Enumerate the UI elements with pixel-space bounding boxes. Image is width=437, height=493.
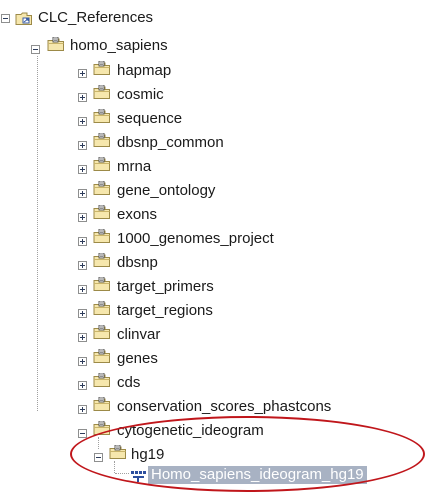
tree-node-label: homo_sapiens	[70, 37, 168, 54]
expand-plus-icon[interactable]	[78, 405, 87, 414]
expand-plus-icon[interactable]	[78, 333, 87, 342]
expand-plus-icon[interactable]	[78, 117, 87, 126]
expand-plus-icon[interactable]	[78, 237, 87, 246]
expand-plus-icon[interactable]	[78, 213, 87, 222]
tree-node-cds[interactable]: cds	[0, 373, 437, 393]
expand-plus-icon[interactable]	[78, 357, 87, 366]
tree-node-cosmic[interactable]: cosmic	[0, 85, 437, 105]
folder-icon	[93, 349, 111, 364]
expand-plus-icon[interactable]	[78, 165, 87, 174]
tree-node-conservation-scores-phastcons[interactable]: conservation_scores_phastcons	[0, 397, 437, 417]
folder-icon	[93, 157, 111, 172]
tree-node-label: target_regions	[117, 302, 213, 319]
tree-node-label: dbsnp	[117, 254, 158, 271]
collapse-minus-icon[interactable]	[78, 429, 87, 438]
folder-icon	[93, 373, 111, 388]
collapse-minus-icon[interactable]	[31, 45, 40, 54]
folder-icon	[93, 397, 111, 412]
expand-plus-icon[interactable]	[78, 261, 87, 270]
tree-node-clinvar[interactable]: clinvar	[0, 325, 437, 345]
tree-node-label: mrna	[117, 158, 152, 175]
folder-icon	[93, 277, 111, 292]
folder-icon	[93, 301, 111, 316]
folder-icon	[93, 85, 111, 100]
collapse-minus-icon[interactable]	[94, 453, 103, 462]
tree-node-dbsnp[interactable]: dbsnp	[0, 253, 437, 273]
tree-node-hg19[interactable]: hg19	[0, 445, 437, 465]
folder-icon	[93, 181, 111, 196]
tree-node-label: genes	[117, 350, 158, 367]
tree-node-dbsnp-common[interactable]: dbsnp_common	[0, 133, 437, 153]
folder-icon	[93, 133, 111, 148]
tree-node-cytogenetic-ideogram[interactable]: cytogenetic_ideogram	[0, 421, 437, 441]
tree-node-1000-genomes-project[interactable]: 1000_genomes_project	[0, 229, 437, 249]
navigation-tree: CLC_References homo_sapiens hapmap cosmi…	[0, 0, 437, 493]
tree-node-label: cytogenetic_ideogram	[117, 422, 264, 439]
tree-node-label: cosmic	[117, 86, 164, 103]
tree-node-label: 1000_genomes_project	[117, 230, 274, 247]
tree-node-hapmap[interactable]: hapmap	[0, 61, 437, 81]
tree-node-label: hapmap	[117, 62, 172, 79]
tree-node-label: clinvar	[117, 326, 161, 343]
expand-plus-icon[interactable]	[78, 93, 87, 102]
expand-plus-icon[interactable]	[78, 189, 87, 198]
folder-icon	[93, 253, 111, 268]
tree-node-homo-sapiens[interactable]: homo_sapiens	[0, 37, 437, 57]
folder-icon	[93, 205, 111, 220]
sequence-track-icon	[131, 471, 146, 482]
tree-node-label: conservation_scores_phastcons	[117, 398, 332, 415]
tree-node-label: exons	[117, 206, 158, 223]
tree-node-label: hg19	[131, 446, 165, 463]
expand-plus-icon[interactable]	[78, 285, 87, 294]
tree-node-mrna[interactable]: mrna	[0, 157, 437, 177]
folder-icon	[93, 325, 111, 340]
tree-node-exons[interactable]: exons	[0, 205, 437, 225]
expand-plus-icon[interactable]	[78, 69, 87, 78]
tree-node-label: cds	[117, 374, 141, 391]
expand-plus-icon[interactable]	[78, 141, 87, 150]
tree-root-label: CLC_References	[38, 9, 154, 26]
folder-icon	[47, 37, 65, 52]
tree-node-label: dbsnp_common	[117, 134, 224, 151]
root-folder-icon	[15, 12, 32, 25]
tree-node-target-primers[interactable]: target_primers	[0, 277, 437, 297]
selected-item-label: Homo_sapiens_ideogram_hg19	[148, 466, 367, 484]
tree-node-homo-sapiens-ideogram-hg19[interactable]: Homo_sapiens_ideogram_hg19	[0, 466, 437, 486]
folder-icon	[93, 229, 111, 244]
folder-icon	[93, 61, 111, 76]
tree-node-gene-ontology[interactable]: gene_ontology	[0, 181, 437, 201]
tree-node-label: target_primers	[117, 278, 214, 295]
tree-node-genes[interactable]: genes	[0, 349, 437, 369]
tree-node-label: sequence	[117, 110, 183, 127]
tree-node-sequence[interactable]: sequence	[0, 109, 437, 129]
folder-icon	[93, 421, 111, 436]
expand-plus-icon[interactable]	[78, 381, 87, 390]
folder-icon	[93, 109, 111, 124]
tree-node-target-regions[interactable]: target_regions	[0, 301, 437, 321]
tree-node-label: gene_ontology	[117, 182, 216, 199]
collapse-minus-icon[interactable]	[1, 14, 10, 23]
folder-icon	[109, 445, 127, 460]
expand-plus-icon[interactable]	[78, 309, 87, 318]
